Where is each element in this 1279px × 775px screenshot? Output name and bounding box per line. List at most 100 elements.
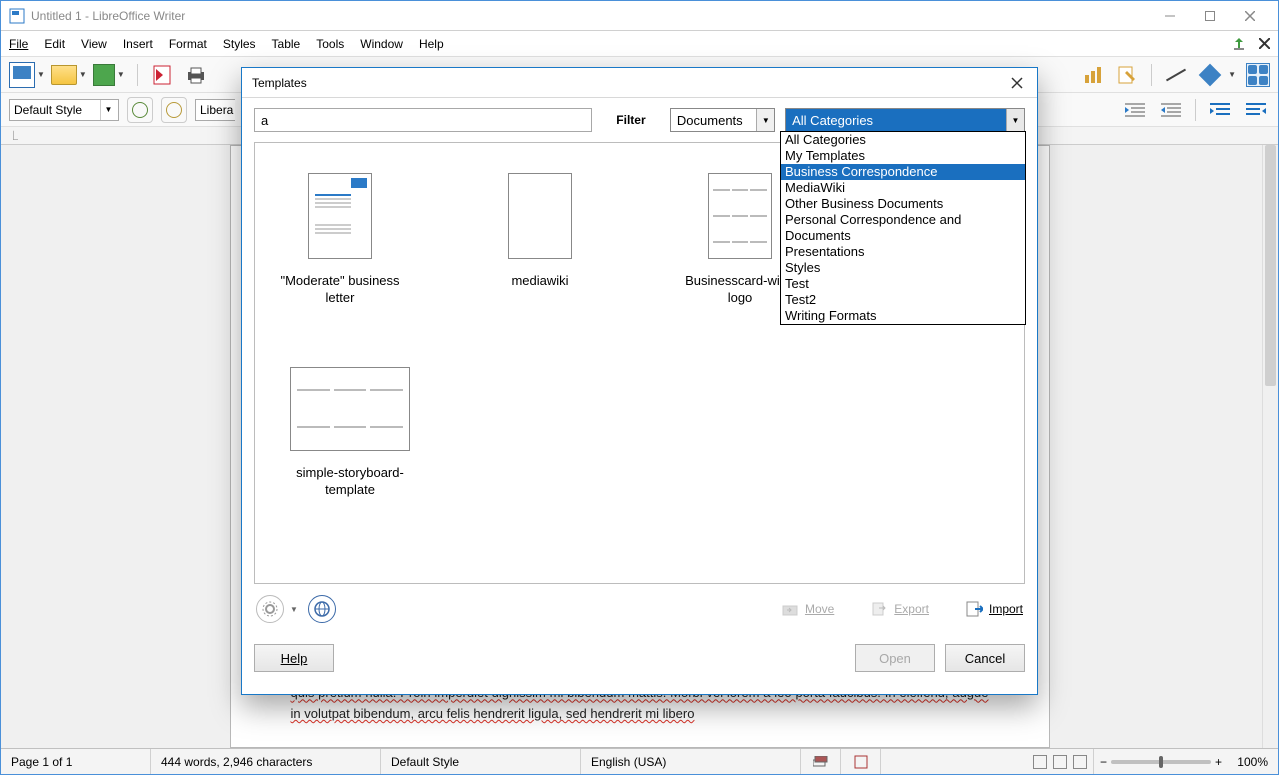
- template-label: simple-storyboard-template: [275, 465, 425, 499]
- category-option[interactable]: All Categories: [781, 132, 1025, 148]
- zoom-in-icon[interactable]: +: [1215, 755, 1222, 769]
- update-icon[interactable]: [1231, 36, 1247, 52]
- status-selection-mode[interactable]: [841, 749, 881, 774]
- menu-edit[interactable]: Edit: [44, 37, 65, 51]
- menu-tools[interactable]: Tools: [316, 37, 344, 51]
- window-title: Untitled 1 - LibreOffice Writer: [31, 9, 1150, 23]
- indent-left-icon[interactable]: [1242, 99, 1270, 121]
- status-insert-mode[interactable]: [801, 749, 841, 774]
- menu-window[interactable]: Window: [360, 37, 403, 51]
- export-pdf-icon[interactable]: [150, 63, 174, 87]
- book-view-icon[interactable]: [1073, 755, 1087, 769]
- maximize-button[interactable]: [1190, 4, 1230, 28]
- zoom-slider[interactable]: − +: [1094, 755, 1228, 769]
- dialog-close-button[interactable]: [1007, 73, 1027, 93]
- menu-file[interactable]: File: [9, 37, 28, 51]
- open-button: Open: [855, 644, 935, 672]
- chevron-down-icon[interactable]: ▼: [1006, 109, 1024, 131]
- template-label: "Moderate" business letter: [275, 273, 405, 307]
- category-option[interactable]: Presentations: [781, 244, 1025, 260]
- category-dropdown-list[interactable]: All CategoriesMy TemplatesBusiness Corre…: [780, 131, 1026, 325]
- increase-indent-icon[interactable]: [1121, 99, 1149, 121]
- new-style-button[interactable]: [161, 97, 187, 123]
- shapes-menu[interactable]: ▼: [1228, 70, 1236, 79]
- scrollbar-thumb[interactable]: [1265, 145, 1276, 386]
- font-name-combo[interactable]: Libera: [195, 99, 235, 121]
- indent-right-icon[interactable]: [1206, 99, 1234, 121]
- status-language[interactable]: English (USA): [581, 749, 801, 774]
- new-doc-menu[interactable]: ▼: [37, 70, 45, 79]
- zoom-out-icon[interactable]: −: [1100, 755, 1107, 769]
- category-option[interactable]: MediaWiki: [781, 180, 1025, 196]
- status-view-icons: [1027, 755, 1093, 769]
- open-button[interactable]: [51, 65, 77, 85]
- new-doc-button[interactable]: [9, 62, 35, 88]
- category-option[interactable]: Personal Correspondence and Documents: [781, 212, 1025, 244]
- statusbar: Page 1 of 1 444 words, 2,946 characters …: [1, 748, 1278, 774]
- menu-styles[interactable]: Styles: [223, 37, 256, 51]
- template-item[interactable]: "Moderate" business letter: [275, 173, 405, 307]
- main-window: Untitled 1 - LibreOffice Writer File Edi…: [0, 0, 1279, 775]
- print-icon[interactable]: [184, 63, 208, 87]
- menu-table[interactable]: Table: [272, 37, 301, 51]
- line-shape-icon[interactable]: [1164, 63, 1188, 87]
- decrease-indent-icon[interactable]: [1157, 99, 1185, 121]
- settings-gear-button[interactable]: [256, 595, 284, 623]
- toolbar-separator: [1195, 99, 1196, 121]
- help-button[interactable]: Help: [254, 644, 334, 672]
- search-input[interactable]: [254, 108, 592, 132]
- templates-dialog: Templates Filter Documents ▼ All Categor…: [241, 67, 1038, 695]
- paragraph-style-combo[interactable]: Default Style ▼: [9, 99, 119, 121]
- template-thumbnail: [508, 173, 572, 259]
- status-wordcount[interactable]: 444 words, 2,946 characters: [151, 749, 381, 774]
- menu-insert[interactable]: Insert: [123, 37, 153, 51]
- chevron-down-icon[interactable]: ▼: [756, 109, 774, 131]
- edit-doc-icon[interactable]: [1115, 63, 1139, 87]
- window-controls: [1150, 4, 1270, 28]
- app-icon: [9, 8, 25, 24]
- vertical-scrollbar[interactable]: [1262, 145, 1278, 748]
- open-menu[interactable]: ▼: [79, 70, 87, 79]
- template-item[interactable]: simple-storyboard-template: [275, 367, 425, 499]
- category-option[interactable]: My Templates: [781, 148, 1025, 164]
- category-option[interactable]: Writing Formats: [781, 308, 1025, 324]
- update-style-button[interactable]: [127, 97, 153, 123]
- status-zoom[interactable]: 100%: [1228, 749, 1278, 774]
- status-style[interactable]: Default Style: [381, 749, 581, 774]
- save-menu[interactable]: ▼: [117, 70, 125, 79]
- minimize-button[interactable]: [1150, 4, 1190, 28]
- template-thumbnail: [290, 367, 410, 451]
- category-option[interactable]: Test2: [781, 292, 1025, 308]
- save-button[interactable]: [93, 64, 115, 86]
- filter-label: Filter: [592, 113, 670, 127]
- grid-view-icon[interactable]: [1246, 63, 1270, 87]
- basic-shapes-icon[interactable]: [1198, 63, 1222, 87]
- menu-format[interactable]: Format: [169, 37, 207, 51]
- menu-help[interactable]: Help: [419, 37, 444, 51]
- cancel-button[interactable]: Cancel: [945, 644, 1025, 672]
- status-page[interactable]: Page 1 of 1: [1, 749, 151, 774]
- export-button: Export: [870, 600, 929, 618]
- single-page-view-icon[interactable]: [1033, 755, 1047, 769]
- template-thumbnail: [308, 173, 372, 259]
- close-doc-icon[interactable]: [1259, 38, 1270, 49]
- import-button[interactable]: Import: [965, 600, 1023, 618]
- filter-type-select[interactable]: Documents ▼: [670, 108, 775, 132]
- chevron-down-icon[interactable]: ▼: [100, 100, 116, 120]
- template-item[interactable]: mediawiki: [475, 173, 605, 307]
- category-option[interactable]: Business Correspondence: [781, 164, 1025, 180]
- category-option[interactable]: Other Business Documents: [781, 196, 1025, 212]
- insert-chart-icon[interactable]: [1081, 63, 1105, 87]
- settings-menu[interactable]: ▼: [290, 605, 298, 614]
- menu-view[interactable]: View: [81, 37, 107, 51]
- toolbar-separator: [1151, 64, 1152, 86]
- filter-category-select[interactable]: All Categories ▼: [785, 108, 1025, 132]
- filter-row: Filter Documents ▼ All Categories ▼: [254, 108, 1025, 132]
- paragraph-style-value: Default Style: [14, 103, 82, 117]
- multi-page-view-icon[interactable]: [1053, 755, 1067, 769]
- category-option[interactable]: Styles: [781, 260, 1025, 276]
- toolbar-separator: [137, 64, 138, 86]
- close-window-button[interactable]: [1230, 4, 1270, 28]
- browse-online-button[interactable]: [308, 595, 336, 623]
- category-option[interactable]: Test: [781, 276, 1025, 292]
